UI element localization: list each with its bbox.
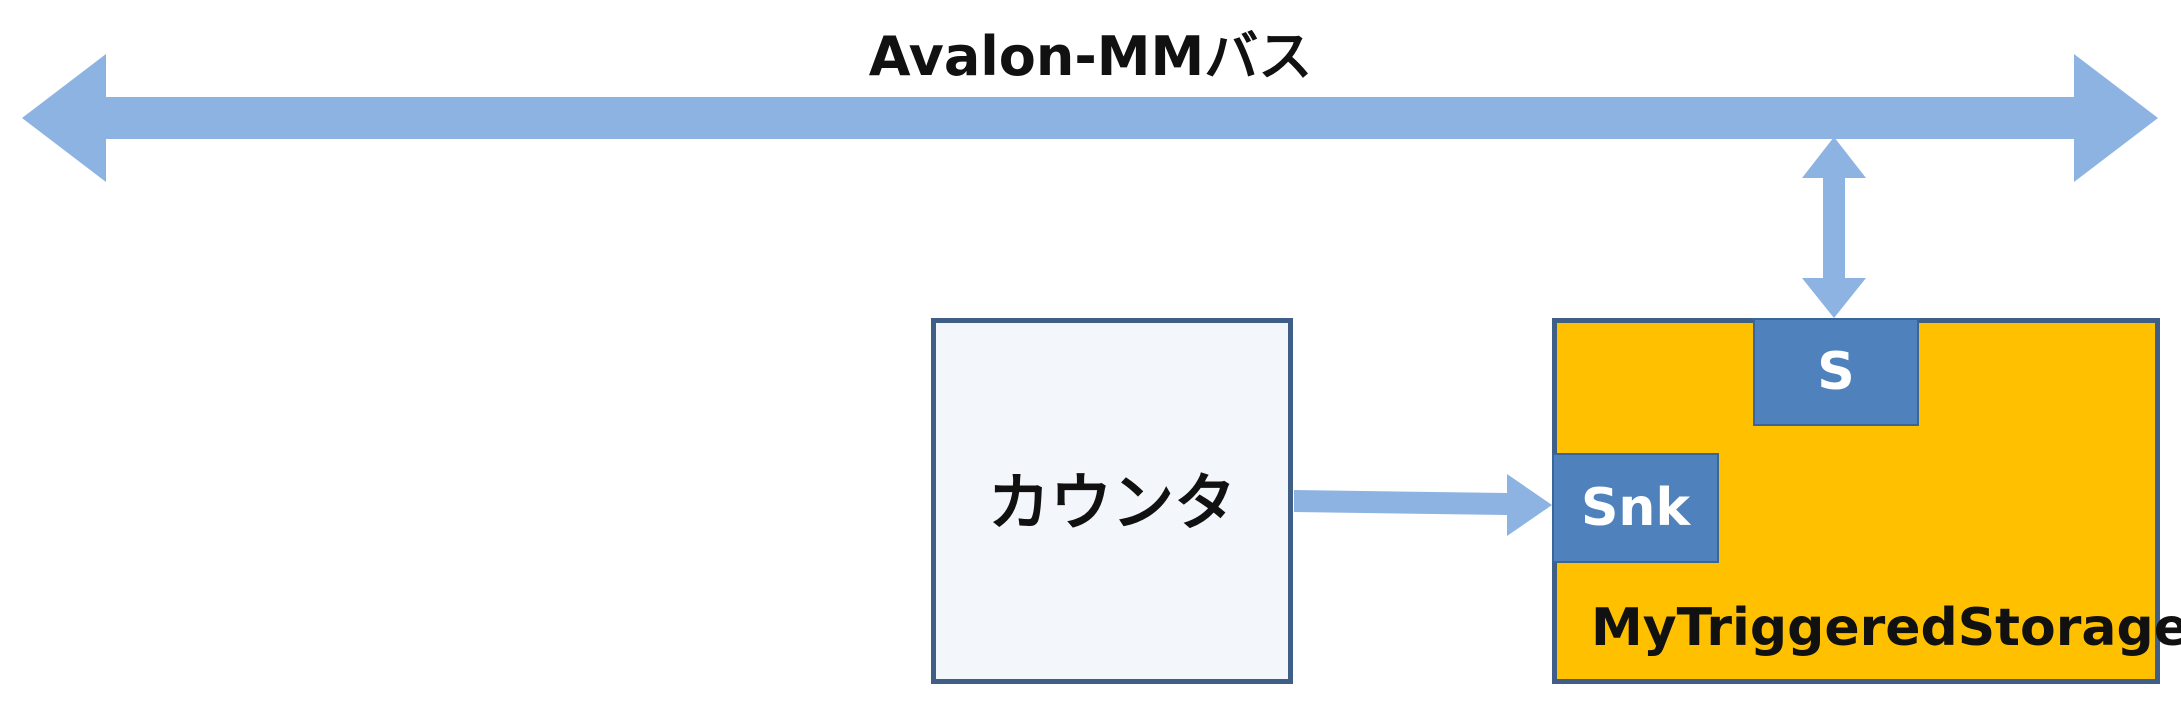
counter-to-sink-arrow bbox=[1294, 474, 1552, 536]
storage-block: S Snk MyTriggeredStorage bbox=[1552, 318, 2181, 684]
counter-block: カウンタ bbox=[931, 318, 1293, 684]
bus-to-slave-arrow bbox=[1802, 137, 1866, 318]
sink-port: Snk bbox=[1552, 453, 1719, 563]
storage-label: MyTriggeredStorage bbox=[1591, 598, 2181, 658]
bus-label: Avalon-MMバス bbox=[868, 25, 1313, 88]
counter-label: カウンタ bbox=[987, 466, 1236, 539]
slave-port: S bbox=[1753, 318, 1919, 426]
sink-port-label: Snk bbox=[1580, 478, 1691, 538]
slave-port-label: S bbox=[1817, 342, 1855, 402]
